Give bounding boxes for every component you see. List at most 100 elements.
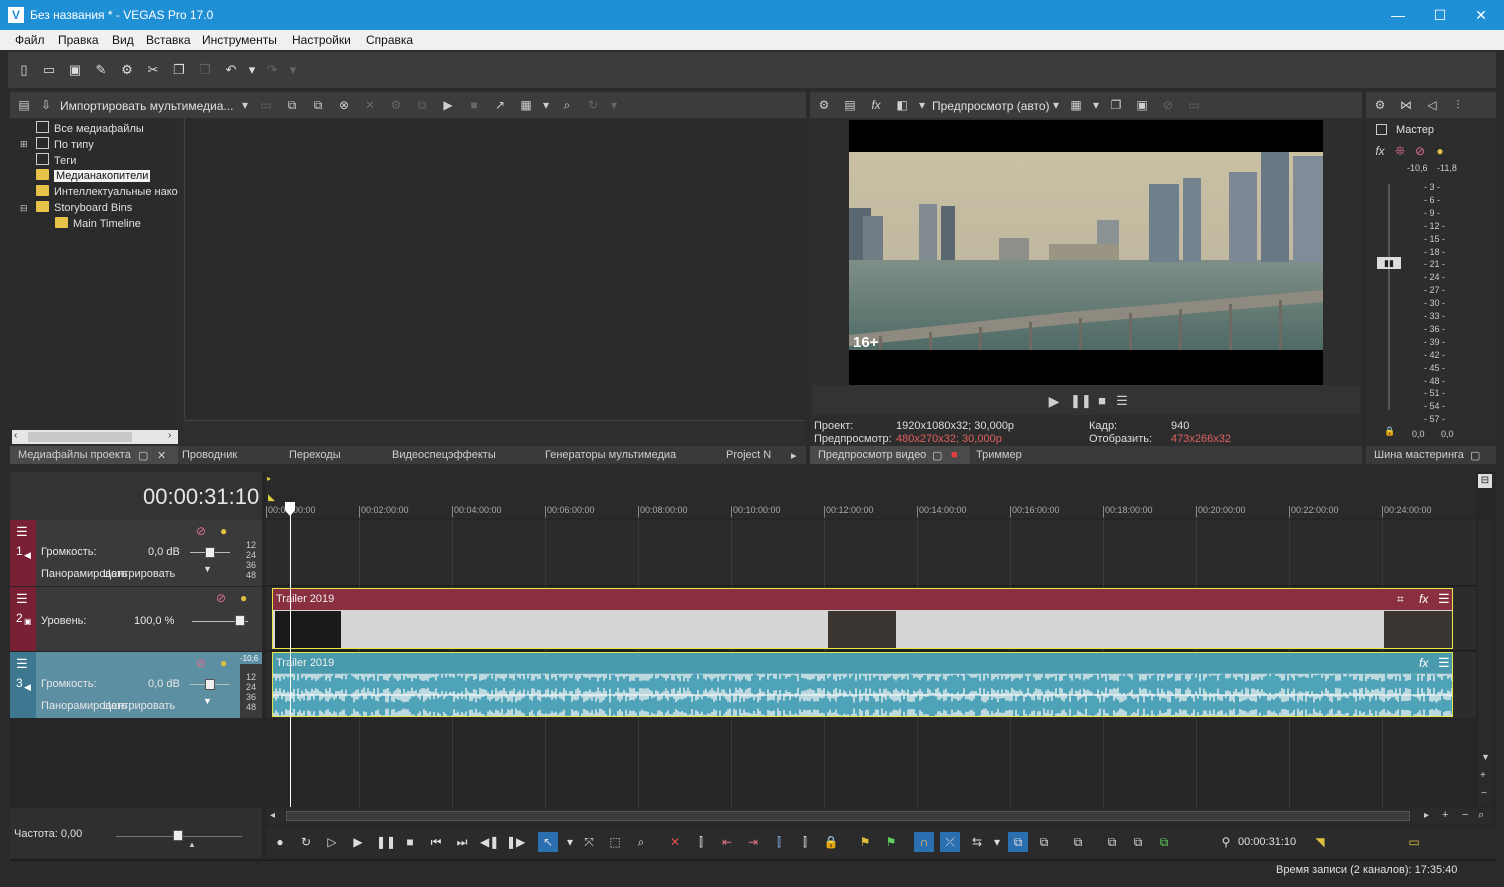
track-2-menu-icon[interactable]: ☰ xyxy=(16,591,28,607)
split-icon[interactable]: ⫿ xyxy=(771,834,787,850)
tab-project-media[interactable]: Медиафайлы проекта xyxy=(18,449,131,461)
envelope-tool-icon[interactable]: ⤧ xyxy=(581,834,597,850)
tab-transitions[interactable]: Переходы xyxy=(289,449,341,461)
tree-item-by-type[interactable]: По типу xyxy=(36,137,94,153)
pause-icon[interactable]: ❚❚ xyxy=(1070,393,1092,409)
timeline-horizontal-scrollbar[interactable]: ◂ ▸ + − ⌕ xyxy=(266,808,1492,824)
get-media-icon[interactable]: ⧉ xyxy=(284,97,300,113)
import-media-icon[interactable]: ⇩ xyxy=(38,97,54,113)
track-3-mute-icon[interactable]: ⊘ xyxy=(196,656,206,670)
rate-knob[interactable] xyxy=(173,830,183,841)
tree-item-main-timeline[interactable]: Main Timeline xyxy=(55,217,141,233)
track-3-solo-icon[interactable]: ● xyxy=(220,656,227,670)
tab-mastering-bus[interactable]: Шина мастеринга xyxy=(1374,449,1464,461)
tab-close-icon[interactable]: ■ xyxy=(951,449,958,461)
selection-tool-icon[interactable]: ⬚ xyxy=(607,834,623,850)
tab-trimmer[interactable]: Триммер xyxy=(976,449,1022,461)
zoom-in-vertical-icon[interactable]: + xyxy=(1480,770,1486,781)
tab-dock-icon[interactable]: ▢ xyxy=(138,449,148,462)
new-project-icon[interactable]: ▯ xyxy=(16,62,32,78)
scrollbar-thumb[interactable] xyxy=(28,432,132,442)
previous-frame-icon[interactable]: ◀❚ xyxy=(480,834,499,850)
media-tag-icon[interactable]: ⧉ xyxy=(414,97,430,113)
copy-icon[interactable]: ❐ xyxy=(171,62,187,78)
preview-stop-icon[interactable]: ■ xyxy=(466,97,482,113)
play-icon[interactable]: ▶ xyxy=(1046,393,1062,409)
open-folder-icon[interactable]: ▭ xyxy=(41,62,57,78)
track-1-volume-value[interactable]: 0,0 dB xyxy=(148,546,180,558)
refresh-icon[interactable]: ↻ xyxy=(585,97,601,113)
cut-icon[interactable]: ✂ xyxy=(145,62,161,78)
menu-settings[interactable]: Настройки xyxy=(292,33,351,47)
redo-icon[interactable]: ↷ xyxy=(264,62,280,78)
track-3-volume-knob[interactable] xyxy=(205,679,215,690)
delete-icon[interactable]: ✕ xyxy=(667,834,683,850)
master-fader-knob[interactable]: ▮▮ xyxy=(1377,257,1401,269)
delete-media-icon[interactable]: ✕ xyxy=(362,97,378,113)
scroll-left-icon[interactable]: ◂ xyxy=(270,810,275,821)
master-mute-icon[interactable]: ⊘ xyxy=(1412,143,1428,159)
search-icon[interactable]: ⌕ xyxy=(559,97,575,113)
zoom-tool-icon[interactable]: ⌕ xyxy=(1478,809,1484,822)
play-icon[interactable]: ▶ xyxy=(350,834,366,850)
preview-quality-select[interactable]: Предпросмотр (авто) xyxy=(932,99,1050,113)
tab-close-icon[interactable]: ✕ xyxy=(157,449,166,462)
track-1-volume-knob[interactable] xyxy=(205,547,215,558)
track-3-pan-knob[interactable]: ▼ xyxy=(203,696,212,706)
trim-start-icon[interactable]: ⇤ xyxy=(719,834,735,850)
track-2-mute-icon[interactable]: ⊘ xyxy=(216,591,226,605)
properties-gear-icon[interactable]: ⚙ xyxy=(119,62,135,78)
go-to-start-icon[interactable]: ⏮ xyxy=(428,834,444,850)
master-fx-icon[interactable]: fx xyxy=(1372,143,1388,159)
tree-item-all-media[interactable]: Все медиафайлы xyxy=(36,121,144,137)
track-2-solo-icon[interactable]: ● xyxy=(240,591,247,605)
video-clip[interactable]: Trailer 2019 ⌗ fx ☰ xyxy=(272,588,1453,649)
timeline-pin-icon[interactable]: ⊟ xyxy=(1478,474,1492,488)
view-dropdown-icon[interactable]: ▾ xyxy=(538,97,554,113)
zoom-out-vertical-icon[interactable]: − xyxy=(1481,788,1487,799)
loop-region-icon[interactable]: ◣ xyxy=(268,492,275,503)
downmix-icon[interactable]: ⋈ xyxy=(1398,97,1414,113)
grouping-icon[interactable]: ⧉ xyxy=(1104,834,1120,850)
tab-dock-icon[interactable]: ▢ xyxy=(932,449,942,462)
dim-output-icon[interactable]: ◁ xyxy=(1424,97,1440,113)
track-3-volume-value[interactable]: 0,0 dB xyxy=(148,678,180,690)
tree-item-tags[interactable]: Теги xyxy=(36,153,76,169)
master-solo-icon[interactable]: ● xyxy=(1432,143,1448,159)
region-icon[interactable]: ⚑ xyxy=(883,834,899,850)
loop-playback-icon[interactable]: ↻ xyxy=(298,834,314,850)
master-lock-icon[interactable]: 🔒 xyxy=(1384,426,1395,437)
track-1-mute-icon[interactable]: ⊘ xyxy=(196,524,206,538)
go-to-end-icon[interactable]: ⏭ xyxy=(454,834,470,850)
video-clip-menu-icon[interactable]: ☰ xyxy=(1438,591,1450,607)
ignore-grouping-icon[interactable]: ⫿ xyxy=(797,834,813,850)
track-2-header[interactable]: ☰ 2 ▣ ⊘ ● Уровень: 100,0 % xyxy=(10,587,262,651)
show-envelopes-icon[interactable]: ⧉ xyxy=(1156,834,1172,850)
record-icon[interactable]: ● xyxy=(272,834,288,850)
save-snapshot-icon[interactable]: ▣ xyxy=(1134,97,1150,113)
stop-icon[interactable]: ■ xyxy=(1094,393,1110,409)
next-frame-icon[interactable]: ❚▶ xyxy=(506,834,525,850)
audio-clip-menu-icon[interactable]: ☰ xyxy=(1438,655,1450,671)
audio-clip-fx-icon[interactable]: fx xyxy=(1419,656,1428,670)
track-1-lane[interactable] xyxy=(266,520,1476,586)
maximize-button[interactable]: ☐ xyxy=(1430,5,1450,25)
save-icon[interactable]: ▣ xyxy=(67,62,83,78)
trim-icon[interactable]: ⫿ xyxy=(693,834,709,850)
media-fx-icon[interactable]: ⊗ xyxy=(336,97,352,113)
video-clip-fx-icon[interactable]: fx xyxy=(1419,592,1428,606)
scroll-right-icon[interactable]: ▸ xyxy=(1424,810,1429,821)
auto-crossfade-icon[interactable]: ⤫ xyxy=(940,832,960,852)
track-1-solo-icon[interactable]: ● xyxy=(220,524,227,538)
media-list-area[interactable] xyxy=(184,118,804,418)
tree-item-smart-bins[interactable]: Интеллектуальные нако xyxy=(36,185,178,201)
scroll-down-icon[interactable]: ▼ xyxy=(1481,752,1490,762)
video-clip-crop-icon[interactable]: ⌗ xyxy=(1397,592,1404,607)
capture-icon[interactable]: ▭ xyxy=(258,97,274,113)
menu-insert[interactable]: Вставка xyxy=(146,33,191,47)
zoom-out-icon[interactable]: − xyxy=(1462,809,1468,821)
undo-dropdown-icon[interactable]: ▾ xyxy=(244,62,260,78)
track-1-pan-knob[interactable]: ▼ xyxy=(203,564,212,574)
lock-icon[interactable]: 🔒 xyxy=(823,834,839,850)
zoom-tool-icon[interactable]: ⌕ xyxy=(633,834,649,850)
